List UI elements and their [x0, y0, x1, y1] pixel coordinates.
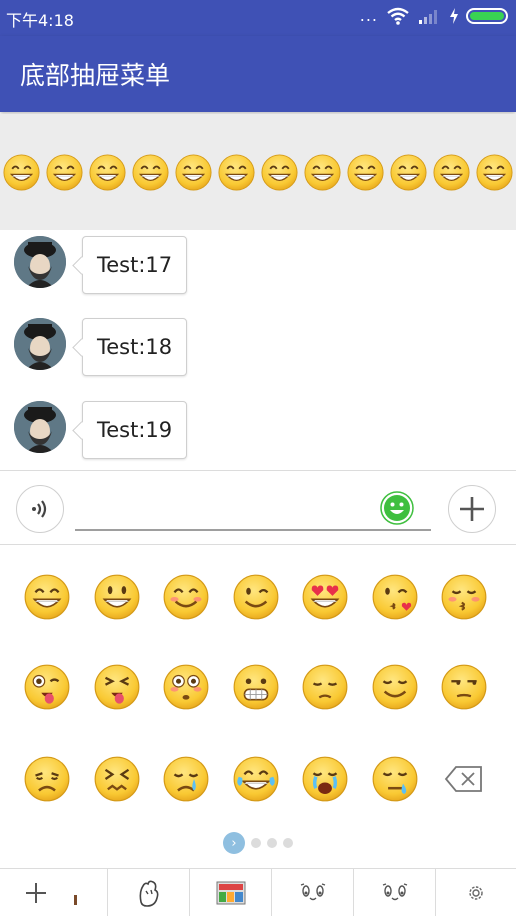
grinning-emoji-icon — [304, 154, 341, 191]
kiss-closed-eyes-emoji-icon[interactable] — [441, 574, 487, 620]
face-sticker-icon — [382, 883, 407, 901]
tab-stickers-4[interactable] — [354, 869, 436, 916]
backspace-button[interactable] — [441, 756, 487, 802]
tab-stickers-1[interactable] — [108, 869, 190, 916]
message-row: Test:17 — [14, 236, 214, 298]
wifi-icon — [387, 7, 409, 25]
kiss-heart-emoji-icon[interactable] — [372, 574, 418, 620]
input-bar — [0, 470, 516, 545]
disappointed-emoji-icon[interactable] — [24, 756, 70, 802]
face-sticker-icon — [300, 883, 325, 901]
emoji-pager: › — [0, 832, 516, 854]
app-bar: 底部抽屉菜单 — [0, 36, 516, 112]
grinning-emoji-icon — [175, 154, 212, 191]
message-bubble[interactable]: Test:19 — [82, 401, 188, 459]
grinning-emoji-icon — [218, 154, 255, 191]
grinning-emoji-icon — [433, 154, 470, 191]
grinning-emoji-icon — [261, 154, 298, 191]
tab-settings[interactable] — [436, 869, 516, 916]
emoji-grid — [0, 546, 516, 822]
stuck-out-tongue-closed-eyes-emoji-icon[interactable] — [94, 664, 140, 710]
grimacing-emoji-icon[interactable] — [233, 664, 279, 710]
status-bar: 下午4:18 ... — [0, 0, 516, 36]
avatar[interactable] — [14, 236, 66, 288]
more-button[interactable] — [448, 485, 496, 533]
heart-eyes-emoji-icon[interactable] — [302, 574, 348, 620]
tab-stickers-2[interactable] — [190, 869, 272, 916]
confounded-emoji-icon[interactable] — [94, 756, 140, 802]
signal-icon — [419, 10, 437, 24]
sleepy-emoji-icon[interactable] — [372, 756, 418, 802]
grinning-emoji-icon — [132, 154, 169, 191]
message-row: Test:19 — [14, 401, 214, 463]
smile-icon — [380, 491, 414, 525]
emoji-toggle-button[interactable] — [380, 491, 414, 525]
grinning-emoji-icon — [3, 154, 40, 191]
plus-icon — [25, 883, 77, 905]
page-title: 底部抽屉菜单 — [20, 61, 171, 90]
stuck-out-tongue-wink-emoji-icon[interactable] — [24, 664, 70, 710]
emoji-strip — [0, 114, 516, 230]
grinning-emoji-icon — [390, 154, 427, 191]
status-dots: ... — [359, 6, 378, 25]
voice-icon — [32, 500, 47, 518]
message-bubble[interactable]: Test:17 — [82, 236, 188, 294]
message-row: Test:18 — [14, 318, 214, 380]
charging-icon — [450, 8, 458, 24]
page-indicator[interactable] — [267, 838, 277, 848]
battery-icon — [466, 8, 508, 24]
gear-icon — [469, 886, 483, 900]
image-sticker-icon — [216, 881, 245, 905]
voice-button[interactable] — [16, 485, 64, 533]
page-indicator-active[interactable]: › — [223, 832, 245, 854]
grinning-emoji-icon — [476, 154, 513, 191]
unamused-emoji-icon[interactable] — [441, 664, 487, 710]
flushed-emoji-icon[interactable] — [163, 664, 209, 710]
relieved-emoji-icon[interactable] — [372, 664, 418, 710]
pensive-emoji-icon[interactable] — [302, 664, 348, 710]
grinning-emoji-icon — [347, 154, 384, 191]
grin-emoji-icon[interactable] — [24, 574, 70, 620]
crying-emoji-icon[interactable] — [163, 756, 209, 802]
avatar[interactable] — [14, 318, 66, 370]
tab-stickers-3[interactable] — [272, 869, 354, 916]
message-bubble[interactable]: Test:18 — [82, 318, 188, 376]
blush-emoji-icon[interactable] — [163, 574, 209, 620]
backspace-icon — [444, 766, 482, 792]
emoji-category-tabs — [0, 868, 516, 916]
joy-emoji-icon[interactable] — [233, 756, 279, 802]
message-input[interactable] — [75, 493, 431, 531]
plus-icon — [460, 497, 484, 521]
grinning-emoji-icon — [89, 154, 126, 191]
tab-add[interactable] — [0, 869, 108, 916]
status-time: 下午4:18 — [6, 11, 74, 30]
smiley-emoji-icon[interactable] — [94, 574, 140, 620]
hand-sticker-icon — [139, 880, 158, 907]
sob-emoji-icon[interactable] — [302, 756, 348, 802]
wink-emoji-icon[interactable] — [233, 574, 279, 620]
page-indicator[interactable] — [283, 838, 293, 848]
grinning-emoji-icon — [46, 154, 83, 191]
avatar[interactable] — [14, 401, 66, 453]
page-indicator[interactable] — [251, 838, 261, 848]
